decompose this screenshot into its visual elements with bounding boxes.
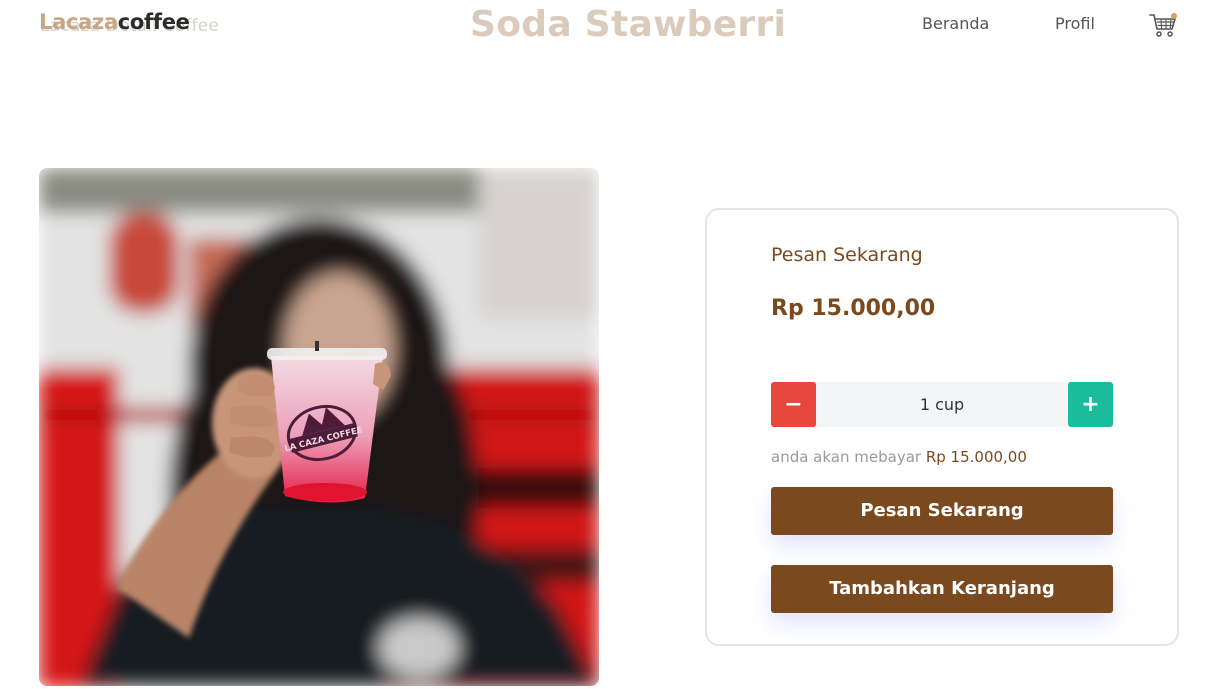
brand-logo[interactable]: Lacazacoffee bbox=[39, 10, 190, 34]
nav-link-profile[interactable]: Profil bbox=[1055, 14, 1095, 33]
page-title: Soda Stawberri bbox=[470, 4, 787, 45]
brand-name-part2: coffee bbox=[117, 10, 190, 34]
nav-link-home[interactable]: Beranda bbox=[922, 14, 989, 33]
add-to-cart-button[interactable]: Tambahkan Keranjang bbox=[771, 565, 1113, 613]
quantity-decrease-button[interactable]: − bbox=[771, 382, 816, 427]
quantity-input[interactable] bbox=[816, 382, 1068, 427]
payment-summary: anda akan mebayar Rp 15.000,00 bbox=[771, 448, 1027, 466]
quantity-stepper: − + bbox=[771, 382, 1113, 427]
quantity-increase-button[interactable]: + bbox=[1068, 382, 1113, 427]
product-photo-illustration: LA CAZA COFFEE bbox=[39, 168, 599, 686]
cart-button[interactable] bbox=[1148, 11, 1178, 39]
cart-badge bbox=[1171, 13, 1177, 19]
product-image: LA CAZA COFFEE bbox=[39, 168, 599, 686]
payment-note-label: anda akan mebayar bbox=[771, 448, 922, 466]
product-price: Rp 15.000,00 bbox=[771, 296, 936, 321]
order-now-button[interactable]: Pesan Sekarang bbox=[771, 487, 1113, 535]
order-heading: Pesan Sekarang bbox=[771, 244, 923, 266]
order-card: Pesan Sekarang Rp 15.000,00 − + anda aka… bbox=[705, 208, 1179, 646]
brand-name-part1: Lacaza bbox=[39, 10, 118, 34]
payment-amount: Rp 15.000,00 bbox=[925, 448, 1027, 466]
